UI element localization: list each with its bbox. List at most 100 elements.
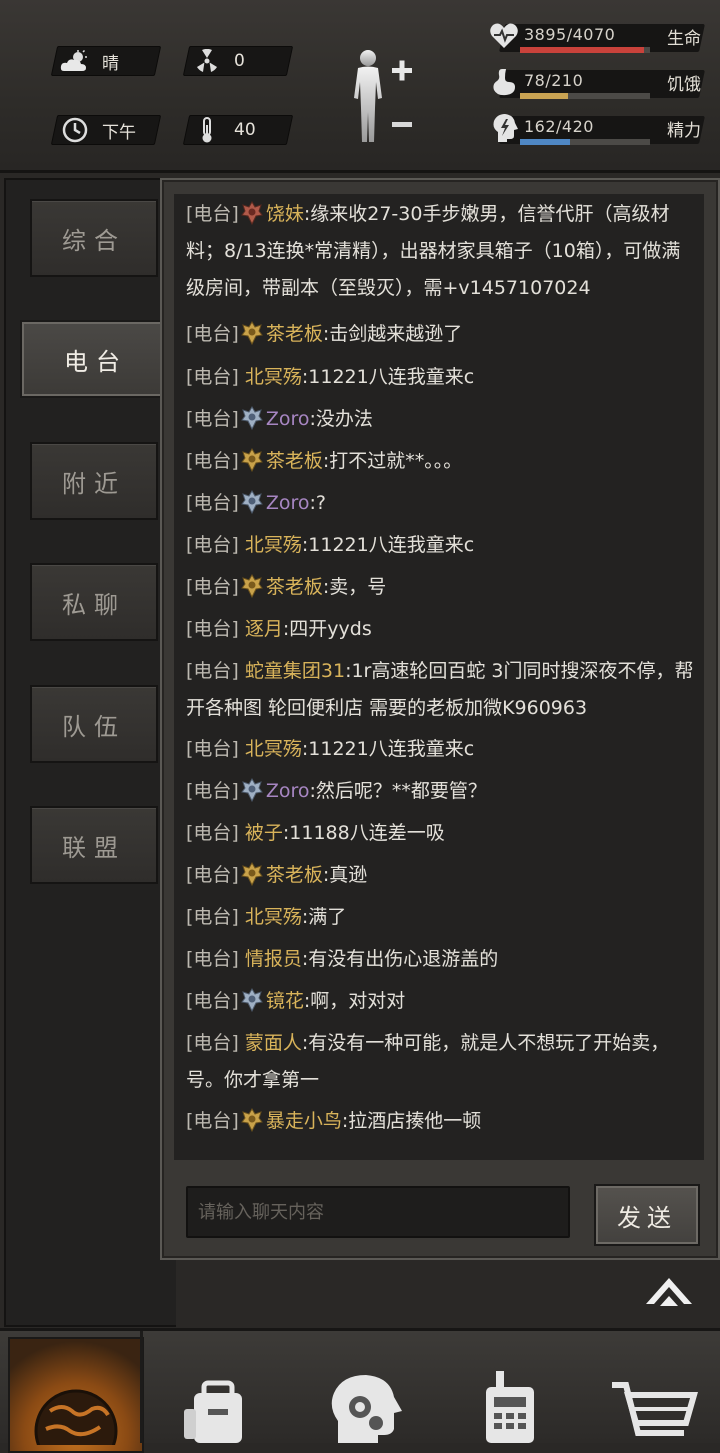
red-rank-badge-icon [240,201,263,226]
weather-cloud-sun-icon [58,47,92,75]
temperature-indicator: 40 [182,115,294,145]
sender-name[interactable]: 茶老板 [266,864,323,886]
channel-tag: [电台] [186,990,239,1012]
sender-name[interactable]: 蛇童集团31 [245,660,345,682]
temperature-value: 40 [234,120,256,140]
tab-nearby[interactable]: 附近 [30,442,158,520]
chat-message: [电台] 北冥殇:满了 [186,899,696,936]
tab-radio[interactable]: 电台 [20,320,172,398]
hunger-stat: 78/210 饥饿 [488,64,705,104]
chat-message: [电台] 被子:11188八连差一吸 [186,815,696,852]
sender-name[interactable]: Zoro [266,492,310,514]
chat-message: [电台] Zoro:? [186,485,696,522]
chat-message: [电台] 情报员:有没有出伤心退游盖的 [186,941,696,978]
sender-name[interactable]: 茶老板 [266,450,323,472]
walkie-talkie-icon [486,1371,534,1443]
channel-tag: [电台] [186,450,239,472]
chat-message: [电台] 北冥殇:11221八连我童来c [186,731,696,768]
nav-world-map[interactable] [8,1337,144,1453]
message-text: :真逊 [322,864,368,886]
sender-name[interactable]: 镜花 [266,990,304,1012]
chat-message: [电台] 蒙面人:有没有一种可能，就是人不想玩了开始卖，号。你才拿第一 [186,1025,696,1099]
tab-team[interactable]: 队伍 [30,685,158,763]
health-value: 3895/4070 [524,25,616,44]
chat-message: [电台] 逐月:四开yyds [186,611,696,648]
hunger-bar [520,93,650,99]
sender-name[interactable]: 逐月 [245,618,283,640]
backpack-icon [184,1380,242,1443]
chat-message: [电台] 镜花:啊，对对对 [186,983,696,1020]
channel-tag: [电台] [186,780,239,802]
silver-rank-badge-icon [240,406,263,431]
sender-name[interactable]: 被子 [245,822,283,844]
nav-radio[interactable] [466,1337,556,1449]
stomach-icon [488,66,520,98]
sender-name[interactable]: 茶老板 [266,323,323,345]
chat-input[interactable] [186,1186,570,1238]
health-stat: 3895/4070 生命 [488,18,705,58]
gold-rank-badge-icon [240,574,263,599]
tab-alliance[interactable]: 联盟 [30,806,158,884]
energy-value: 162/420 [524,117,594,136]
channel-tag: [电台] [186,618,239,640]
globe-icon [34,1389,118,1453]
message-text: :打不过就**。。。 [322,450,463,472]
chat-input-row: 发送 [184,1184,700,1246]
sender-name[interactable]: 茶老板 [266,576,323,598]
shopping-cart-icon [612,1382,698,1436]
chat-message: [电台] 北冥殇:11221八连我童来c [186,359,696,396]
health-bar [520,47,650,53]
gold-rank-badge-icon [240,448,263,473]
channel-tag: [电台] [186,492,239,514]
gold-rank-badge-icon [240,321,263,346]
chat-message: [电台] 北冥殇:11221八连我童来c [186,527,696,564]
message-text: :有没有出伤心退游盖的 [301,948,499,970]
sender-name[interactable]: 饶妹 [266,203,304,225]
nav-skills[interactable] [316,1337,416,1449]
channel-tag: [电台] [186,576,239,598]
channel-tag: [电台] [186,323,239,345]
tab-general[interactable]: 综合 [30,199,158,277]
character-body-button[interactable] [346,46,416,146]
channel-tag: [电台] [186,948,239,970]
heart-icon [488,20,520,52]
collapse-panel-button[interactable] [640,1268,698,1312]
nav-backpack[interactable] [168,1337,268,1449]
sender-name[interactable]: 北冥殇 [245,366,302,388]
sender-name[interactable]: Zoro [266,780,310,802]
channel-tag: [电台] [186,864,239,886]
message-text: :11221八连我童来c [301,738,475,760]
message-text: :11221八连我童来c [301,534,475,556]
bottom-nav [0,1328,720,1453]
thermometer-icon [190,116,224,144]
chat-message-list[interactable]: [电台] 饶妹:缘来收27-30手步嫩男，信誉代肝（高级材料；8/13连换*常清精… [174,194,704,1160]
send-button[interactable]: 发送 [594,1184,700,1246]
silver-rank-badge-icon [240,988,263,1013]
message-text: :11221八连我童来c [301,366,475,388]
hunger-value: 78/210 [524,71,584,90]
sender-name[interactable]: Zoro [266,408,310,430]
message-text: :? [309,492,327,514]
channel-tag: [电台] [186,1032,239,1054]
weather-indicator: 晴 [50,46,162,76]
silver-rank-badge-icon [240,778,263,803]
sender-name[interactable]: 情报员 [245,948,302,970]
chat-message: [电台] 茶老板:打不过就**。。。 [186,443,696,480]
radiation-value: 0 [234,51,245,71]
hunger-label: 饥饿 [667,75,701,95]
sender-name[interactable]: 北冥殇 [245,738,302,760]
sender-name[interactable]: 北冥殇 [245,906,302,928]
chat-message: [电台] Zoro:然后呢？**都要管？ [186,773,696,810]
sender-name[interactable]: 蒙面人 [245,1032,302,1054]
sender-name[interactable]: 北冥殇 [245,534,302,556]
message-text: :卖，号 [322,576,387,598]
energy-bar [520,139,650,145]
nav-shop[interactable] [604,1337,704,1449]
sender-name[interactable]: 暴走小鸟 [266,1110,342,1132]
health-label: 生命 [667,29,701,49]
clock-icon [58,116,92,144]
tab-private[interactable]: 私聊 [30,563,158,641]
collapse-up-icon [646,1278,692,1306]
chat-message: [电台] 茶老板:卖，号 [186,569,696,606]
channel-tag: [电台] [186,660,239,682]
